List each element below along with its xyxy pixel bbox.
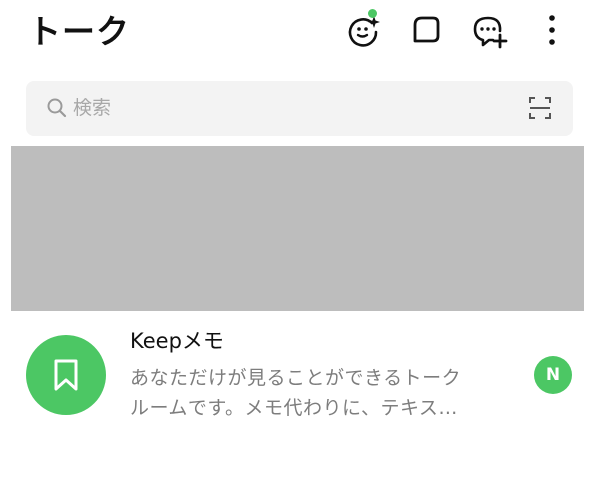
more-vertical-icon[interactable] <box>532 10 572 50</box>
chat-preview: あなただけが見ることができるトーク ルームです。メモ代わりに、テキス… <box>130 363 510 423</box>
search-input[interactable] <box>71 92 495 124</box>
search-bar[interactable] <box>26 81 573 136</box>
new-chat-icon[interactable] <box>469 10 509 50</box>
chat-name: Keepメモ <box>130 329 224 353</box>
chat-list-item[interactable]: Keepメモ あなただけが見ることができるトーク ルームです。メモ代わりに、テキ… <box>0 318 600 436</box>
avatar <box>26 335 106 415</box>
header: トーク <box>0 0 600 70</box>
chat-preview-line-1: あなただけが見ることができるトーク <box>130 367 462 389</box>
scan-icon[interactable] <box>527 95 553 121</box>
talk-screen: トーク 検索 Keepメモ あなただけが見ることができるトーク ルームです。メモ… <box>0 0 600 487</box>
new-badge: N <box>534 356 572 394</box>
chat-preview-line-2: ルームです。メモ代わりに、テキス… <box>130 397 458 419</box>
page-title: トーク <box>28 12 130 51</box>
sparkle-face-icon[interactable] <box>343 9 383 50</box>
search-icon <box>47 98 67 118</box>
notification-dot <box>368 9 377 18</box>
banner-placeholder[interactable] <box>11 146 584 311</box>
square-chat-icon[interactable] <box>406 10 446 50</box>
bookmark-icon <box>54 359 78 391</box>
